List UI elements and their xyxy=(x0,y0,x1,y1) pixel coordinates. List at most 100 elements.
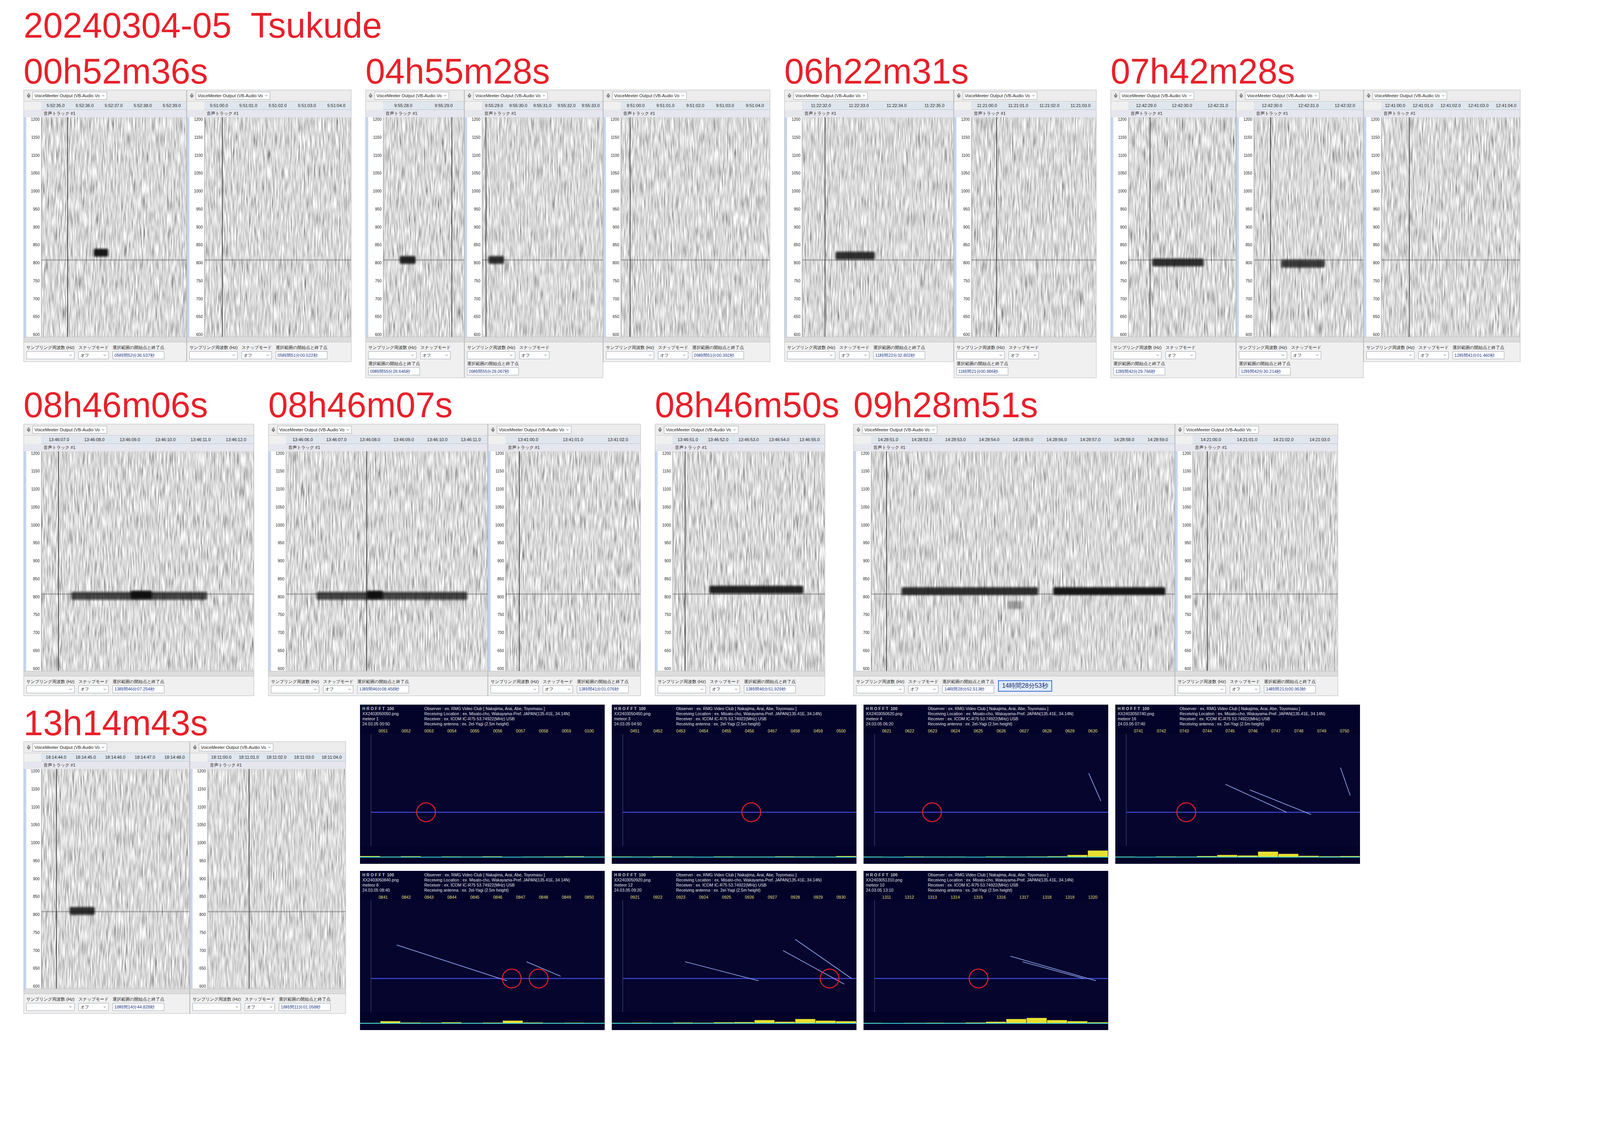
track-select-strip[interactable] xyxy=(655,451,658,671)
sample-rate-select[interactable] xyxy=(1238,351,1288,360)
horizontal-scrollbar[interactable] xyxy=(1110,336,1236,343)
track-select-strip[interactable] xyxy=(187,117,190,337)
track-select-strip[interactable] xyxy=(1175,451,1178,671)
snap-mode-select[interactable]: オフ xyxy=(542,685,573,694)
horizontal-scrollbar[interactable] xyxy=(190,988,346,995)
snap-mode-select[interactable]: オフ xyxy=(839,351,870,360)
device-select[interactable]: VoiceMeeter Output (VB-Audio Vo xyxy=(32,91,108,100)
time-ruler[interactable]: 9:55:28.09:55:29.0 xyxy=(383,101,464,110)
snap-mode-select[interactable]: オフ xyxy=(1008,351,1039,360)
horizontal-scrollbar[interactable] xyxy=(488,670,641,677)
horizontal-scrollbar[interactable] xyxy=(1236,336,1364,343)
track-select-strip[interactable] xyxy=(488,451,491,671)
selection-start-field[interactable]: 14時間21分00.963秒 xyxy=(1263,685,1316,694)
sample-rate-select[interactable] xyxy=(1177,685,1226,694)
horizontal-scrollbar[interactable] xyxy=(1363,336,1520,343)
time-ruler[interactable]: 11:22:32.011:22:33.011:22:34.011:22:35.0 xyxy=(801,101,954,110)
snap-mode-select[interactable]: オフ xyxy=(908,685,939,694)
selection-start-field[interactable]: 18時間14分44.828秒 xyxy=(112,1003,165,1011)
snap-mode-select[interactable]: オフ xyxy=(1229,685,1260,694)
device-select[interactable]: VoiceMeeter Output (VB-Audio Vo xyxy=(198,743,274,752)
track-select-strip[interactable] xyxy=(23,451,27,671)
time-ruler[interactable]: 5:51:00.05:51:01.05:51:02.05:51:03.05:51… xyxy=(204,101,351,110)
selection-start-field[interactable]: 05時間52分36.537秒 xyxy=(112,351,165,360)
snap-mode-select[interactable]: オフ xyxy=(420,351,451,360)
track-select-strip[interactable] xyxy=(23,117,27,337)
snap-mode-select[interactable]: オフ xyxy=(78,685,109,694)
selection-start-field[interactable]: 14時間28分52.513秒 xyxy=(942,685,995,694)
track-select-strip[interactable] xyxy=(1236,117,1239,337)
device-select[interactable]: VoiceMeeter Output (VB-Audio Vo xyxy=(195,91,271,100)
sample-rate-select[interactable] xyxy=(467,351,516,360)
track-select-strip[interactable] xyxy=(464,117,468,337)
track-select-strip[interactable] xyxy=(853,451,857,671)
horizontal-scrollbar[interactable] xyxy=(603,336,770,343)
device-select[interactable]: VoiceMeeter Output (VB-Audio Vo xyxy=(793,91,868,100)
horizontal-scrollbar[interactable] xyxy=(853,670,1175,677)
sample-rate-select[interactable] xyxy=(787,351,836,360)
time-ruler[interactable]: 13:46:51.013:46:52.013:46:53.013:46:54.0… xyxy=(672,435,825,444)
device-select[interactable]: VoiceMeeter Output (VB-Audio Vo xyxy=(32,743,108,752)
snap-mode-select[interactable]: オフ xyxy=(709,685,740,694)
horizontal-scrollbar[interactable] xyxy=(268,670,488,677)
time-ruler[interactable]: 13:41:00.013:41:01.013:41:02.0 xyxy=(505,435,641,444)
sample-rate-select[interactable] xyxy=(856,685,905,694)
sample-rate-select[interactable] xyxy=(189,351,238,360)
device-select[interactable]: VoiceMeeter Output (VB-Audio Vo xyxy=(962,91,1038,100)
horizontal-scrollbar[interactable] xyxy=(954,336,1097,343)
selection-start-field[interactable]: 12時間41分01.460秒 xyxy=(1452,351,1505,360)
time-ruler[interactable]: 13:46:06.013:46:07.013:46:08.013:46:09.0… xyxy=(285,435,488,444)
device-select[interactable]: VoiceMeeter Output (VB-Audio Vo xyxy=(473,91,548,100)
snap-mode-select[interactable]: オフ xyxy=(244,1003,275,1011)
selection-start-field[interactable]: 09時間51分00.392秒 xyxy=(692,351,744,360)
sample-rate-select[interactable] xyxy=(657,685,706,694)
selection-start-field[interactable]: 09時間55分28.645秒 xyxy=(368,367,420,376)
horizontal-scrollbar[interactable] xyxy=(464,336,603,343)
time-ruler[interactable]: 9:55:29.09:55:30.09:55:31.09:55:32.09:55… xyxy=(481,101,603,110)
time-ruler[interactable]: 12:42:29.012:42:30.012:42:31.0 xyxy=(1128,101,1236,110)
snap-mode-select[interactable]: オフ xyxy=(1165,351,1196,360)
time-ruler[interactable]: 11:21:00.011:21:01.011:21:02.011:21:03.0 xyxy=(971,101,1097,110)
track-select-strip[interactable] xyxy=(784,117,788,337)
selection-start-field[interactable]: 13時間41分01.076秒 xyxy=(576,685,629,694)
snap-mode-select[interactable]: オフ xyxy=(1418,351,1449,360)
selection-start-field[interactable]: 11時間22分32.802秒 xyxy=(873,351,926,360)
track-select-strip[interactable] xyxy=(603,117,606,337)
snap-mode-select[interactable]: オフ xyxy=(78,1003,109,1011)
device-select[interactable]: VoiceMeeter Output (VB-Audio Vo xyxy=(1372,91,1448,100)
selection-start-field[interactable]: 18時間11分01.058秒 xyxy=(278,1003,331,1011)
sample-rate-select[interactable] xyxy=(605,351,655,360)
horizontal-scrollbar[interactable] xyxy=(23,670,254,677)
time-ruler[interactable]: 5:52:35.05:52:36.05:52:37.05:52:38.05:52… xyxy=(41,101,187,110)
track-select-strip[interactable] xyxy=(365,117,369,337)
snap-mode-select[interactable]: オフ xyxy=(241,351,272,360)
time-ruler[interactable]: 18:11:00.018:11:01.018:11:02.018:11:03.0… xyxy=(207,753,346,762)
track-select-strip[interactable] xyxy=(268,451,271,671)
sample-rate-select[interactable] xyxy=(1113,351,1162,360)
selection-start-field[interactable]: 11時間21分00.886秒 xyxy=(956,367,1009,376)
track-select-strip[interactable] xyxy=(190,769,193,989)
sample-rate-select[interactable] xyxy=(192,1003,241,1011)
device-select[interactable]: VoiceMeeter Output (VB-Audio Vo xyxy=(277,425,352,434)
sample-rate-select[interactable] xyxy=(956,351,1005,360)
device-select[interactable]: VoiceMeeter Output (VB-Audio Vo xyxy=(862,425,937,434)
horizontal-scrollbar[interactable] xyxy=(1175,670,1338,677)
snap-mode-select[interactable]: オフ xyxy=(1290,351,1322,360)
sample-rate-select[interactable] xyxy=(1366,351,1415,360)
track-select-strip[interactable] xyxy=(954,117,957,337)
time-ruler[interactable]: 12:41:00.012:41:01.012:41:02.012:41:03.0… xyxy=(1381,101,1520,110)
track-select-strip[interactable] xyxy=(1110,117,1114,337)
sample-rate-select[interactable] xyxy=(270,685,320,694)
time-ruler[interactable]: 13:46:07.013:46:08.013:46:09.013:46:10.0… xyxy=(41,435,254,444)
snap-mode-select[interactable]: オフ xyxy=(78,351,109,360)
device-select[interactable]: VoiceMeeter Output (VB-Audio Vo xyxy=(663,425,739,434)
horizontal-scrollbar[interactable] xyxy=(655,670,825,677)
selection-start-field[interactable]: 13時間46分51.929秒 xyxy=(743,685,796,694)
sample-rate-select[interactable] xyxy=(26,351,75,360)
selection-start-field[interactable]: 05時間51分00.522秒 xyxy=(275,351,328,360)
selection-start-field[interactable]: 13時間46分07.254秒 xyxy=(112,685,165,694)
selection-start-field[interactable]: 12時間42分30.214秒 xyxy=(1238,367,1291,376)
device-select[interactable]: VoiceMeeter Output (VB-Audio Vo xyxy=(1183,425,1259,434)
horizontal-scrollbar[interactable] xyxy=(784,336,954,343)
device-select[interactable]: VoiceMeeter Output (VB-Audio Vo xyxy=(1119,91,1195,100)
